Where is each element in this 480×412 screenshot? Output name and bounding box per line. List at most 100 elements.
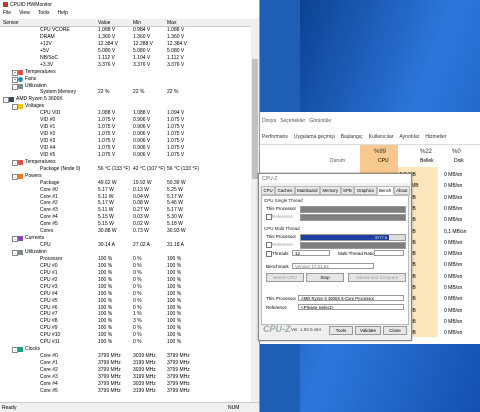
cpuz-tab-graphics[interactable]: Graphics [354, 186, 377, 195]
sensor-group-row[interactable]: - Utilization [0, 83, 251, 90]
sensor-row[interactable]: VID #0 1.075 V 0.906 V 1.075 V [0, 117, 251, 124]
sensor-row[interactable]: CPU #4 100 % 0 % 100 % [0, 291, 251, 298]
tm-tab-services[interactable]: Hizmetler [425, 134, 446, 144]
sensor-row[interactable]: Core #0 3799 MHz 3039 MHz 3799 MHz [0, 353, 251, 360]
sensor-row[interactable]: Core #0 5.17 W 0.13 W 5.25 W [0, 187, 251, 194]
menu-help[interactable]: Help [58, 10, 68, 16]
column-value[interactable]: Value [98, 20, 110, 26]
sensor-row[interactable]: Processor 100 % 0 % 100 % [0, 256, 251, 263]
sensor-group-row[interactable]: - AMD Ryzen 5 3600X [0, 96, 251, 104]
bench-cpu-button[interactable]: Bench CPU [266, 273, 304, 282]
sensor-row[interactable]: CPU VID 1.088 V 1.088 V 1.094 V [0, 110, 251, 117]
sensor-value: 5.15 W [98, 214, 114, 221]
sensor-row[interactable]: CPU #5 100 % 0 % 100 % [0, 298, 251, 305]
column-max[interactable]: Max [167, 20, 176, 26]
sensor-row[interactable]: VID #2 1.075 V 0.906 V 1.075 V [0, 131, 251, 138]
column-min[interactable]: Min [133, 20, 141, 26]
sensor-row[interactable]: CPU #9 100 % 0 % 100 % [0, 325, 251, 332]
sensor-row[interactable]: CPU #0 100 % 0 % 100 % [0, 263, 251, 270]
hwmonitor-titlebar[interactable]: CPUID HWMonitor [0, 0, 259, 9]
cpuz-tab-cpu[interactable]: CPU [261, 186, 276, 195]
sensor-row[interactable]: Core #3 5.11 W 0.27 W 5.17 W [0, 207, 251, 214]
reference-select[interactable]: <Please Select> [298, 304, 404, 310]
sensor-row[interactable]: CPU #6 100 % 0 % 100 % [0, 305, 251, 312]
submit-compare-button[interactable]: Submit and Compare [348, 273, 406, 282]
sensor-row[interactable]: System Memory 22 % 22 % 22 % [0, 89, 251, 96]
sensor-group-row[interactable]: - Temperatures [0, 159, 251, 166]
sensor-row[interactable]: Cores 30.88 W 0.73 W 30.93 W [0, 228, 251, 235]
tm-tab-app-history[interactable]: Uygulama geçmişi [294, 134, 335, 144]
tm-menu-file[interactable]: Dosya [262, 118, 276, 126]
sensor-group-row[interactable]: - Currents [0, 235, 251, 243]
sensor-row[interactable]: Core #5 3799 MHz 3199 MHz 3799 MHz [0, 388, 251, 395]
tm-tab-users[interactable]: Kullanıcılar [369, 134, 394, 144]
sensor-row[interactable]: Package (Node 0) 56 °C (133 °F) 42 °C (107… [0, 166, 251, 173]
sensor-row[interactable]: Core #1 5.11 W 0.04 W 5.17 W [0, 194, 251, 201]
cpuz-titlebar[interactable]: CPU-Z [259, 174, 411, 183]
sensor-min: 0 % [133, 339, 142, 346]
sensor-row[interactable]: CPU VCORE 1.088 V 0.984 V 1.088 V [0, 27, 251, 34]
tm-status-header[interactable]: Durum [330, 158, 345, 164]
sensor-name: Clocks [25, 346, 41, 353]
sensor-row[interactable]: VID #5 1.075 V 0.906 V 1.075 V [0, 152, 251, 159]
sensor-row[interactable]: Core #2 5.17 W 0.08 W 5.46 W [0, 200, 251, 207]
cpuz-tab-spd[interactable]: SPD [340, 186, 355, 195]
sensor-row[interactable]: Core #2 3799 MHz 3039 MHz 3799 MHz [0, 367, 251, 374]
tm-memory-header[interactable]: Bellek [420, 158, 434, 164]
sensor-row[interactable]: CPU #11 100 % 0 % 100 % [0, 339, 251, 346]
sensor-row[interactable]: +3.3V 3.376 V 3.376 V 3.376 V [0, 62, 251, 69]
menu-file[interactable]: File [3, 10, 11, 16]
tm-cpu-header[interactable]: CPU [378, 158, 389, 164]
sensor-row[interactable]: CPU 30.14 A 27.02 A 31.18 A [0, 242, 251, 249]
cpuz-tab-caches[interactable]: Caches [275, 186, 295, 195]
sensor-row[interactable]: CPU #8 100 % 3 % 100 % [0, 318, 251, 325]
close-button[interactable]: Close [383, 326, 407, 335]
sensor-row[interactable]: CPU #1 100 % 0 % 100 % [0, 270, 251, 277]
tm-disk-header[interactable]: Disk [454, 158, 464, 164]
cpuz-tab-mainboard[interactable]: Mainboard [294, 186, 320, 195]
sensor-row[interactable]: CPU #2 100 % 0 % 100 % [0, 277, 251, 284]
column-sensor[interactable]: Sensor [3, 20, 19, 26]
tm-menu-view[interactable]: Görüntüle [309, 118, 331, 126]
sensor-group-row[interactable]: + Temperatures [0, 69, 251, 76]
sensor-row[interactable]: DRAM 1.360 V 1.360 V 1.360 V [0, 34, 251, 41]
stop-button[interactable]: Stop [306, 273, 344, 282]
sensor-row[interactable]: NB/SoC 1.112 V 1.104 V 1.112 V [0, 55, 251, 62]
threads-select[interactable]: 12 [292, 250, 330, 256]
sensor-name: VID #0 [40, 117, 56, 124]
tm-menu-options[interactable]: Seçenekler [280, 118, 305, 126]
sensor-row[interactable]: +12V 12.384 V 12.288 V 12.384 V [0, 41, 251, 48]
cpuz-tab-memory[interactable]: Memory [319, 186, 341, 195]
sensor-row[interactable]: Core #5 5.15 W 0.02 W 5.18 W [0, 221, 251, 228]
sensor-group-row[interactable]: - Powers [0, 173, 251, 180]
tm-tab-details[interactable]: Ayrıntılar [399, 134, 419, 144]
benchmark-version-select[interactable]: Version 17.01.64 [292, 263, 374, 269]
menu-view[interactable]: View [19, 10, 30, 16]
validate-button[interactable]: Validate [355, 326, 381, 335]
sensor-row[interactable]: VID #3 1.075 V 0.906 V 1.075 V [0, 138, 251, 145]
sensor-value: 56 °C (133 °F) [98, 165, 131, 172]
sensor-row[interactable]: CPU #10 100 % 0 % 100 % [0, 332, 251, 339]
sensor-row[interactable]: Core #1 3799 MHz 3199 MHz 3799 MHz [0, 360, 251, 367]
tools-button[interactable]: Tools [329, 326, 353, 335]
menu-tools[interactable]: Tools [38, 10, 50, 16]
sensor-group-row[interactable]: - Voltages [0, 103, 251, 111]
sensor-row[interactable]: +5V 5.080 V 5.080 V 5.080 V [0, 48, 251, 55]
sensor-group-row[interactable]: - Utilization [0, 249, 251, 256]
tm-tab-startup[interactable]: Başlangıç [341, 134, 363, 144]
sensor-row[interactable]: VID #1 1.075 V 0.906 V 1.075 V [0, 124, 251, 131]
sensor-row[interactable]: VID #4 1.075 V 0.906 V 1.075 V [0, 145, 251, 152]
sensor-name: Temperatures [25, 68, 56, 75]
sensor-row[interactable]: Package 49.62 W 19.92 W 50.39 W [0, 180, 251, 187]
sensor-row[interactable]: Core #4 3799 MHz 3039 MHz 3799 MHz [0, 381, 251, 388]
scrollbar-thumb[interactable] [252, 59, 258, 179]
tm-tab-performance[interactable]: Performans [262, 134, 288, 144]
sensor-row[interactable]: Core #3 3799 MHz 3199 MHz 3799 MHz [0, 374, 251, 381]
cpuz-tab-bench[interactable]: Bench [376, 186, 394, 195]
sensor-row[interactable]: Core #4 5.15 W 0.03 W 5.30 W [0, 214, 251, 221]
sensor-group-row[interactable]: - Clocks [0, 346, 251, 354]
sensor-row[interactable]: CPU #7 100 % 1 % 100 % [0, 311, 251, 318]
cpuz-tab-about[interactable]: About [393, 186, 410, 195]
sensor-group-row[interactable]: + Fans [0, 76, 251, 83]
sensor-row[interactable]: CPU #3 100 % 0 % 100 % [0, 284, 251, 291]
